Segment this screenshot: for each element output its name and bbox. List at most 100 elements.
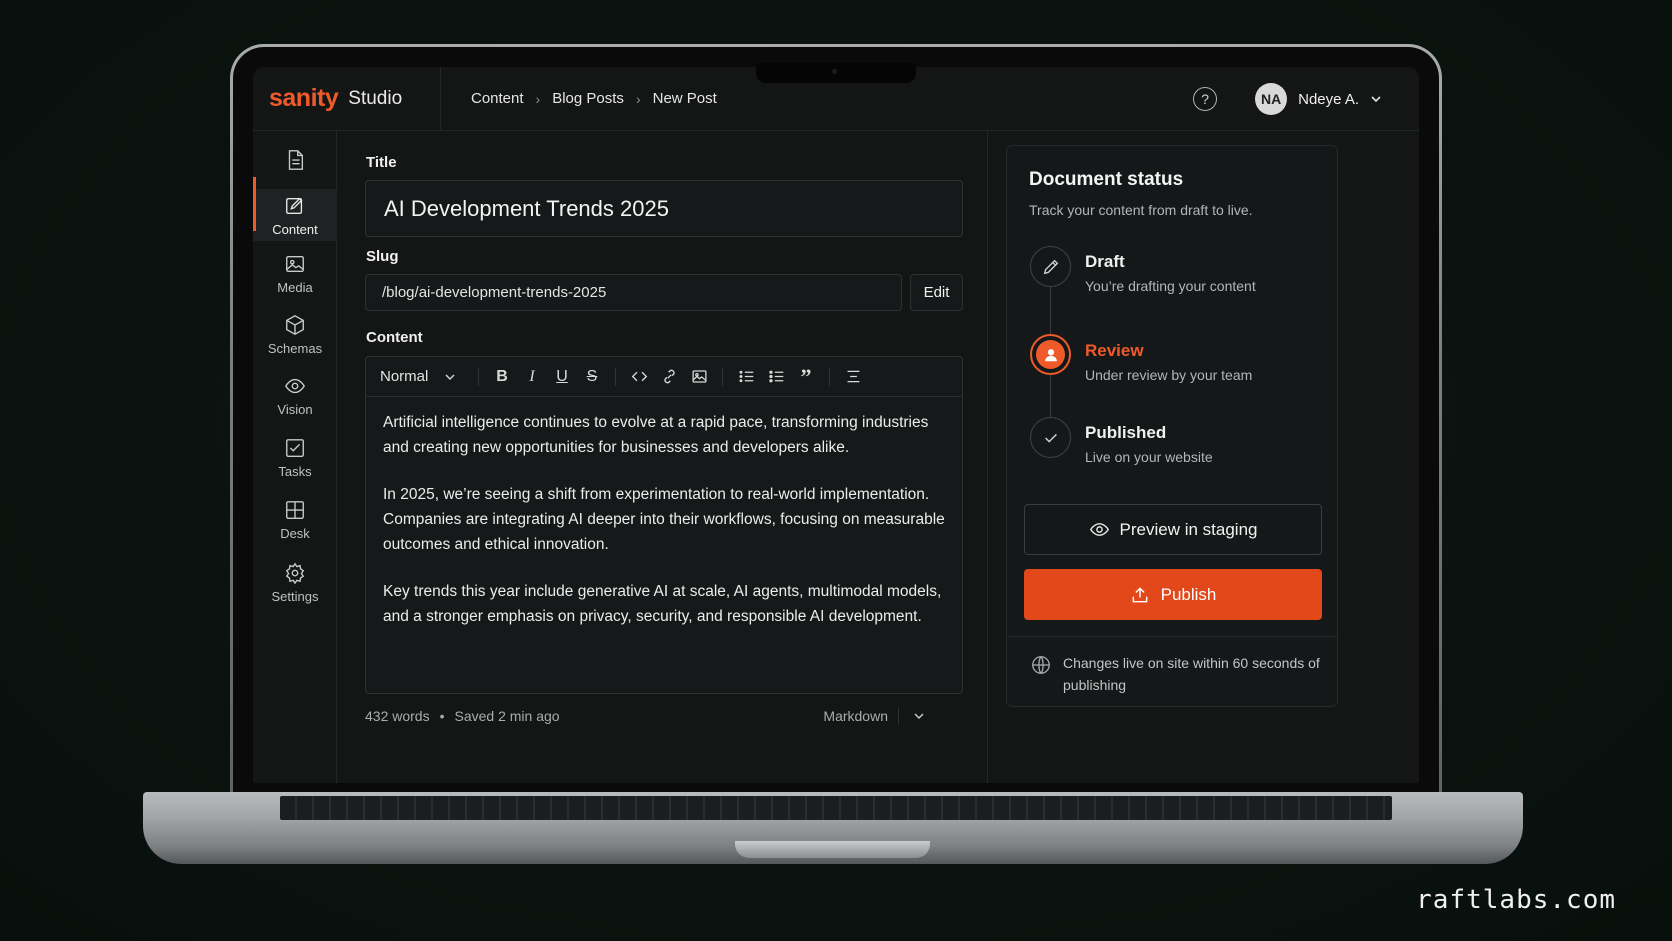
align-icon[interactable] bbox=[838, 363, 868, 391]
content-body[interactable]: Artificial intelligence continues to evo… bbox=[366, 397, 962, 629]
chevron-down-icon[interactable] bbox=[1369, 92, 1383, 106]
preview-label: Preview in staging bbox=[1119, 519, 1258, 539]
help-icon[interactable]: ? bbox=[1193, 87, 1218, 111]
chevron-down-icon bbox=[914, 713, 924, 720]
save-status: Saved 2 min ago bbox=[454, 708, 560, 724]
cube-icon bbox=[286, 315, 304, 335]
editor-pane: Title AI Development Trends 2025 Slug /b… bbox=[337, 131, 987, 783]
checkbox-icon bbox=[286, 439, 304, 457]
user-area: ? NA Ndeye A. bbox=[1193, 67, 1383, 131]
user-icon bbox=[1036, 340, 1065, 369]
content-paragraph: Key trends this year include generative … bbox=[383, 583, 942, 625]
brand-logo: sanity bbox=[269, 84, 339, 112]
eye-icon bbox=[285, 378, 305, 394]
step-review-title: Review bbox=[1085, 341, 1144, 360]
chevron-down-icon bbox=[445, 373, 455, 380]
title-input[interactable]: AI Development Trends 2025 bbox=[365, 180, 963, 237]
strikethrough-icon[interactable]: S bbox=[577, 363, 607, 391]
separator-dot: • bbox=[439, 708, 445, 724]
publish-note: Changes live on site within 60 seconds o… bbox=[1008, 636, 1338, 707]
brand-product: Studio bbox=[348, 87, 403, 109]
content-paragraph: In 2025, we’re seeing a shift from exper… bbox=[383, 486, 945, 553]
document-icon bbox=[288, 150, 304, 170]
gear-icon bbox=[285, 562, 305, 584]
sidebar-item-vision[interactable]: Vision bbox=[253, 375, 337, 417]
bullet-list-icon[interactable] bbox=[761, 363, 791, 391]
format-value: Markdown bbox=[823, 708, 888, 724]
link-icon[interactable] bbox=[654, 363, 684, 391]
underline-icon[interactable]: U bbox=[547, 363, 577, 391]
step-published-desc: Live on your website bbox=[1085, 449, 1213, 465]
sidebar-item-label: Media bbox=[277, 280, 313, 295]
step-draft-desc: You’re drafting your content bbox=[1085, 278, 1256, 294]
toolbar-divider bbox=[478, 367, 479, 386]
eye-icon bbox=[1089, 523, 1109, 536]
preview-staging-button[interactable]: Preview in staging bbox=[1024, 504, 1322, 555]
sidebar-item-label: Schemas bbox=[267, 341, 323, 356]
step-published-marker bbox=[1030, 417, 1071, 458]
publish-label: Publish bbox=[1160, 584, 1217, 604]
status-title: Document status bbox=[1029, 169, 1184, 190]
code-icon[interactable] bbox=[624, 363, 654, 391]
block-style-select[interactable]: Normal bbox=[380, 368, 470, 385]
sidebar-item-label: Vision bbox=[277, 402, 313, 417]
sidebar-item-schemas[interactable]: Schemas bbox=[253, 314, 337, 356]
breadcrumb: Content › Blog Posts › New Post bbox=[471, 90, 717, 107]
format-select[interactable]: Markdown bbox=[823, 708, 925, 724]
sidebar-item-label: Settings bbox=[271, 589, 319, 604]
quote-icon[interactable]: ” bbox=[791, 363, 821, 391]
chevron-right-icon: › bbox=[535, 90, 541, 107]
laptop-lid: sanity Studio Content › Blog Posts › New… bbox=[230, 44, 1442, 804]
step-published-title: Published bbox=[1085, 423, 1167, 442]
brand[interactable]: sanity Studio bbox=[253, 67, 441, 131]
edit-icon bbox=[286, 197, 303, 215]
status-subtitle: Track your content from draft to live. bbox=[1029, 202, 1253, 218]
status-panel: Document status Track your content from … bbox=[987, 131, 1419, 783]
italic-icon[interactable]: I bbox=[517, 363, 547, 391]
slug-label: Slug bbox=[366, 248, 399, 265]
sidebar-item-label: Desk bbox=[280, 526, 310, 541]
content-label: Content bbox=[366, 329, 423, 346]
breadcrumb-content[interactable]: Content bbox=[471, 90, 524, 107]
sidebar: Content Media Schemas Vision Tasks Desk … bbox=[253, 131, 337, 783]
sidebar-item-desk[interactable]: Desk bbox=[253, 499, 337, 541]
sidebar-item-documents[interactable] bbox=[253, 149, 337, 176]
document-status-card: Document status Track your content from … bbox=[1006, 145, 1338, 707]
avatar[interactable]: NA bbox=[1255, 83, 1288, 115]
numbered-list-icon[interactable] bbox=[731, 363, 761, 391]
grid-icon bbox=[286, 501, 304, 519]
bold-icon[interactable]: B bbox=[487, 363, 517, 391]
breadcrumb-blog-posts[interactable]: Blog Posts bbox=[552, 90, 624, 107]
step-draft-title: Draft bbox=[1085, 252, 1125, 271]
chevron-right-icon: › bbox=[635, 90, 641, 107]
sidebar-item-media[interactable]: Media bbox=[253, 253, 337, 295]
step-review-desc: Under review by your team bbox=[1085, 367, 1253, 383]
sidebar-item-settings[interactable]: Settings bbox=[253, 562, 337, 604]
image-icon[interactable] bbox=[684, 363, 714, 391]
user-name[interactable]: Ndeye A. bbox=[1298, 91, 1359, 108]
breadcrumb-new-post: New Post bbox=[652, 90, 717, 107]
globe-icon bbox=[1032, 656, 1050, 674]
slug-input[interactable]: /blog/ai-development-trends-2025 bbox=[365, 274, 902, 311]
step-review-marker bbox=[1030, 334, 1071, 375]
toolbar-divider bbox=[829, 367, 830, 386]
watermark: raftlabs.com bbox=[1416, 885, 1616, 915]
check-icon bbox=[1044, 433, 1057, 443]
format-divider bbox=[898, 708, 899, 724]
title-label: Title bbox=[366, 154, 397, 171]
slug-edit-button[interactable]: Edit bbox=[910, 274, 963, 311]
laptop-keyboard bbox=[280, 796, 1392, 820]
sidebar-item-content[interactable]: Content bbox=[253, 177, 337, 241]
word-count: 432 words bbox=[365, 708, 430, 724]
camera-notch bbox=[756, 63, 916, 83]
publish-note-text: Changes live on site within 60 seconds o… bbox=[1063, 655, 1320, 693]
publish-button[interactable]: Publish bbox=[1024, 569, 1322, 620]
laptop-hinge bbox=[735, 841, 930, 858]
sidebar-item-tasks[interactable]: Tasks bbox=[253, 437, 337, 479]
rich-text-editor[interactable]: Normal B I U S ” Artificial intelligence… bbox=[365, 356, 963, 694]
content-paragraph: Artificial intelligence continues to evo… bbox=[383, 414, 929, 456]
upload-icon bbox=[1132, 586, 1147, 602]
formatting-toolbar: Normal B I U S ” bbox=[366, 357, 962, 397]
sidebar-item-label: Tasks bbox=[278, 464, 312, 479]
step-draft-marker bbox=[1030, 246, 1071, 287]
